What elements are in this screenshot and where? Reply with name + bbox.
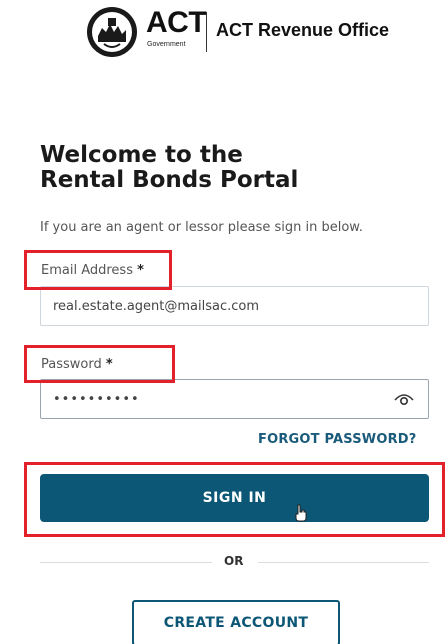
login-page: ACT Government ACT Revenue Office Welcom… xyxy=(0,0,447,644)
page-title-line2: Rental Bonds Portal xyxy=(40,167,299,193)
sign-in-highlight xyxy=(24,462,445,537)
page-title-line1: Welcome to the xyxy=(40,142,243,168)
divider-right xyxy=(258,562,429,563)
divider-left xyxy=(40,562,212,563)
forgot-password-link[interactable]: FORGOT PASSWORD? xyxy=(258,432,417,447)
password-field[interactable] xyxy=(40,379,429,419)
office-name: ACT Revenue Office xyxy=(216,20,390,40)
site-header: ACT Government ACT Revenue Office xyxy=(0,0,447,62)
or-separator: OR xyxy=(224,554,244,568)
act-logo-text: ACT xyxy=(146,6,207,39)
email-field[interactable] xyxy=(40,286,429,326)
page-title: Welcome to the Rental Bonds Portal xyxy=(40,143,420,193)
intro-text: If you are an agent or lessor please sig… xyxy=(40,220,363,235)
email-label-highlight xyxy=(24,250,172,290)
create-account-button[interactable]: CREATE ACCOUNT xyxy=(132,600,340,644)
header-divider xyxy=(206,12,207,52)
act-crest-logo xyxy=(87,7,137,57)
eye-icon[interactable] xyxy=(394,391,414,407)
government-logo-subtext: Government xyxy=(147,41,186,48)
password-label-highlight xyxy=(24,345,175,383)
